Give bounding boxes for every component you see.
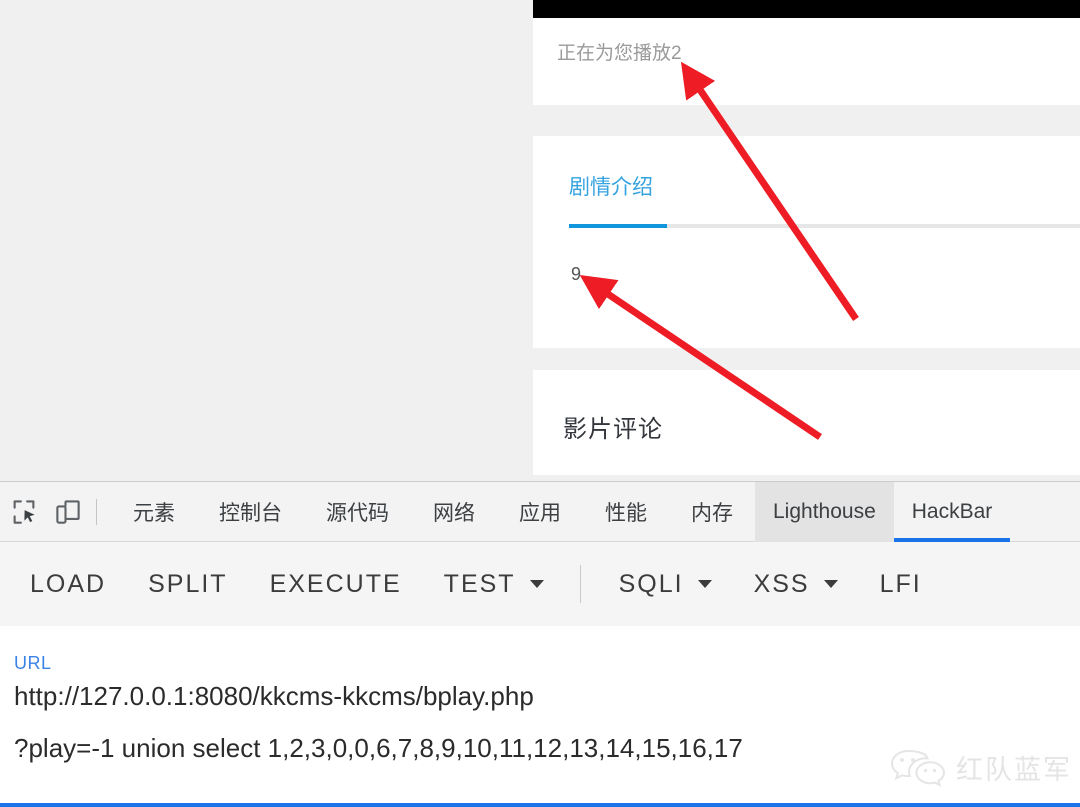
hackbar-button-label: SPLIT [148, 569, 228, 598]
tab-underline-active [569, 224, 667, 228]
hackbar-button-sqli[interactable]: SQLI [619, 570, 712, 599]
hackbar-button-group: LOAD SPLIT EXECUTE TEST SQLI XSS LFI [30, 565, 964, 603]
inspect-element-glyph [13, 499, 35, 524]
hackbar-body: URL http://127.0.0.1:8080/kkcms-kkcms/bp… [0, 626, 1080, 807]
video-player-bar [533, 0, 1080, 18]
hackbar-button-split[interactable]: SPLIT [148, 570, 227, 599]
chevron-down-icon[interactable] [697, 580, 712, 588]
chevron-down-icon[interactable] [529, 580, 544, 588]
chevron-down-icon[interactable] [823, 580, 838, 588]
devtools-tab-list: 元素 控制台 源代码 网络 应用 性能 内存 Lighthouse HackBar [111, 481, 1011, 542]
hackbar-button-lfi[interactable]: LFI [880, 570, 922, 599]
hackbar-button-load[interactable]: LOAD [30, 570, 106, 599]
watermark: 红队蓝军 [888, 745, 1072, 789]
hackbar-button-execute[interactable]: EXECUTE [270, 570, 402, 599]
now-playing-text: 正在为您播放2 [557, 43, 682, 64]
devtools-tab-性能[interactable]: 性能 [583, 482, 669, 542]
url-input-focus-underline [0, 803, 1080, 807]
comment-card: 影片评论 [533, 370, 1080, 475]
devtools-tab-网络[interactable]: 网络 [411, 482, 497, 542]
inspect-element-icon[interactable] [2, 490, 46, 534]
device-toolbar-glyph [56, 499, 80, 524]
devtools-icon-group [0, 482, 111, 542]
comment-title: 影片评论 [563, 416, 663, 443]
devtools-tab-应用[interactable]: 应用 [497, 482, 583, 542]
devtools-tab-元素[interactable]: 元素 [111, 482, 197, 542]
intro-tab-row: 剧情介绍 [569, 174, 1080, 202]
intro-card: 剧情介绍 9 [533, 136, 1080, 348]
devtools-tab-源代码[interactable]: 源代码 [304, 482, 411, 542]
hackbar-button-label: LOAD [30, 569, 107, 598]
hackbar-button-label: EXECUTE [269, 569, 402, 598]
devtools-tabbar: 元素 控制台 源代码 网络 应用 性能 内存 Lighthouse HackBar [0, 481, 1080, 542]
screenshot-root: 正在为您播放2 剧情介绍 9 影片评论 元素 控制台 源代码 网络 应用 性能 … [0, 0, 1080, 807]
now-playing-card: 正在为您播放2 [533, 0, 1080, 105]
devtools-tab-hackbar[interactable]: HackBar [893, 482, 1011, 542]
watermark-text: 红队蓝军 [956, 754, 1072, 785]
hackbar-button-label: XSS [753, 569, 810, 598]
url-input-value[interactable]: http://127.0.0.1:8080/kkcms-kkcms/bplay.… [14, 674, 1080, 718]
devtools-panel: 元素 控制台 源代码 网络 应用 性能 内存 Lighthouse HackBar LOAD SP… [0, 481, 1080, 807]
hackbar-button-label: SQLI [618, 569, 684, 598]
hackbar-button-test[interactable]: TEST [444, 570, 544, 599]
devtools-tab-内存[interactable]: 内存 [669, 482, 755, 542]
intro-body-text: 9 [571, 264, 582, 284]
tab-plot-intro[interactable]: 剧情介绍 [569, 174, 653, 202]
wechat-icon [890, 749, 946, 788]
browser-page-area: 正在为您播放2 剧情介绍 9 影片评论 [0, 0, 1080, 481]
hackbar-button-label: TEST [443, 569, 516, 598]
toolbar-divider [96, 498, 97, 525]
devtools-tab-控制台[interactable]: 控制台 [197, 482, 304, 542]
tab-underline-track [569, 224, 1080, 228]
devtools-tab-lighthouse[interactable]: Lighthouse [755, 481, 894, 542]
url-field-label: URL [14, 653, 52, 673]
hackbar-button-xss[interactable]: XSS [754, 570, 838, 599]
hackbar-toolbar-divider [579, 565, 581, 603]
hackbar-button-label: LFI [879, 569, 922, 598]
hackbar-toolbar: LOAD SPLIT EXECUTE TEST SQLI XSS LFI [0, 542, 1080, 626]
device-toolbar-icon[interactable] [46, 490, 90, 534]
